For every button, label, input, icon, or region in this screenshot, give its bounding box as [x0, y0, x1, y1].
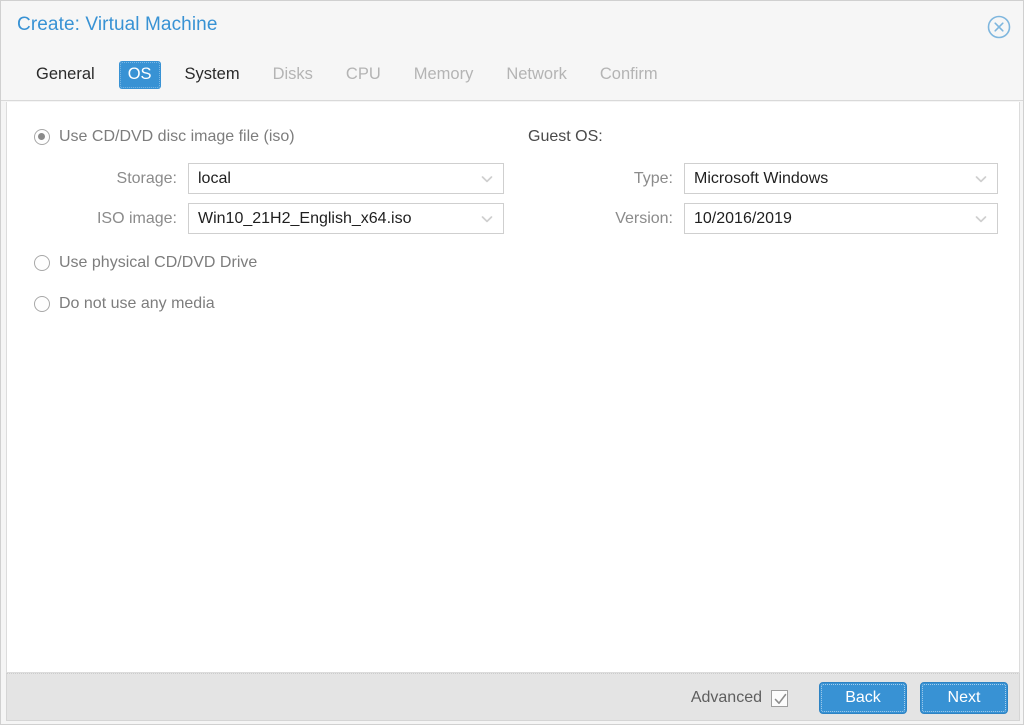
- guest-os-version-label: Version:: [615, 209, 673, 227]
- advanced-checkbox[interactable]: [771, 689, 788, 707]
- storage-value: local: [198, 169, 231, 187]
- guest-os-type-label: Type:: [633, 169, 673, 187]
- guest-os-version-row: Version: 10/2016/2019: [528, 203, 998, 234]
- wizard-tabs: General OS System Disks CPU Memory Netwo…: [1, 61, 682, 99]
- iso-image-value: Win10_21H2_English_x64.iso: [198, 209, 412, 227]
- guest-os-heading: Guest OS:: [528, 128, 603, 145]
- chevron-down-icon: [974, 212, 988, 226]
- radio-iso-indicator: [34, 129, 50, 145]
- dialog-footer: Advanced Back Next: [6, 673, 1020, 721]
- chevron-down-icon: [480, 212, 494, 226]
- tab-general[interactable]: General: [27, 61, 104, 89]
- tab-disks: Disks: [272, 65, 313, 83]
- radio-physical-indicator: [34, 255, 50, 271]
- tab-confirm: Confirm: [599, 65, 658, 83]
- iso-image-field-row: ISO image: Win10_21H2_English_x64.iso: [34, 203, 504, 234]
- storage-select[interactable]: local: [188, 163, 504, 194]
- guest-os-version-select[interactable]: 10/2016/2019: [684, 203, 998, 234]
- storage-label: Storage:: [116, 169, 177, 187]
- radio-option-no-media[interactable]: Do not use any media: [34, 291, 504, 317]
- chevron-down-icon: [974, 172, 988, 186]
- dialog-body: Use CD/DVD disc image file (iso) Storage…: [6, 102, 1020, 673]
- back-button[interactable]: Back: [819, 682, 907, 714]
- radio-no-media-indicator: [34, 296, 50, 312]
- guest-os-type-value: Microsoft Windows: [694, 169, 829, 187]
- guest-os-type-select[interactable]: Microsoft Windows: [684, 163, 998, 194]
- iso-image-select[interactable]: Win10_21H2_English_x64.iso: [188, 203, 504, 234]
- dialog-header: Create: Virtual Machine General OS Syste…: [1, 1, 1023, 101]
- iso-image-label: ISO image:: [96, 209, 177, 227]
- dialog-title: Create: Virtual Machine: [17, 14, 218, 35]
- tab-cpu: CPU: [345, 65, 381, 83]
- footer-controls: Advanced Back Next: [691, 674, 1008, 722]
- close-icon[interactable]: [986, 14, 1012, 40]
- tab-os[interactable]: OS: [118, 61, 161, 89]
- radio-option-iso[interactable]: Use CD/DVD disc image file (iso): [34, 124, 504, 150]
- guest-os-column: Guest OS: Type: Microsoft Windows Versio…: [528, 123, 998, 234]
- radio-option-physical-drive[interactable]: Use physical CD/DVD Drive: [34, 250, 504, 276]
- guest-os-version-value: 10/2016/2019: [694, 209, 792, 227]
- tab-network: Network: [506, 65, 567, 83]
- tab-system[interactable]: System: [176, 61, 249, 89]
- media-selection-column: Use CD/DVD disc image file (iso) Storage…: [34, 123, 504, 317]
- guest-os-type-row: Type: Microsoft Windows: [528, 163, 998, 194]
- advanced-label: Advanced: [690, 689, 762, 706]
- radio-no-media-label: Do not use any media: [59, 295, 215, 312]
- storage-field-row: Storage: local: [34, 163, 504, 194]
- radio-physical-label: Use physical CD/DVD Drive: [59, 254, 258, 271]
- tab-memory: Memory: [413, 65, 474, 83]
- radio-iso-label: Use CD/DVD disc image file (iso): [59, 128, 295, 145]
- chevron-down-icon: [480, 172, 494, 186]
- next-button[interactable]: Next: [920, 682, 1008, 714]
- create-vm-dialog: Create: Virtual Machine General OS Syste…: [0, 0, 1024, 725]
